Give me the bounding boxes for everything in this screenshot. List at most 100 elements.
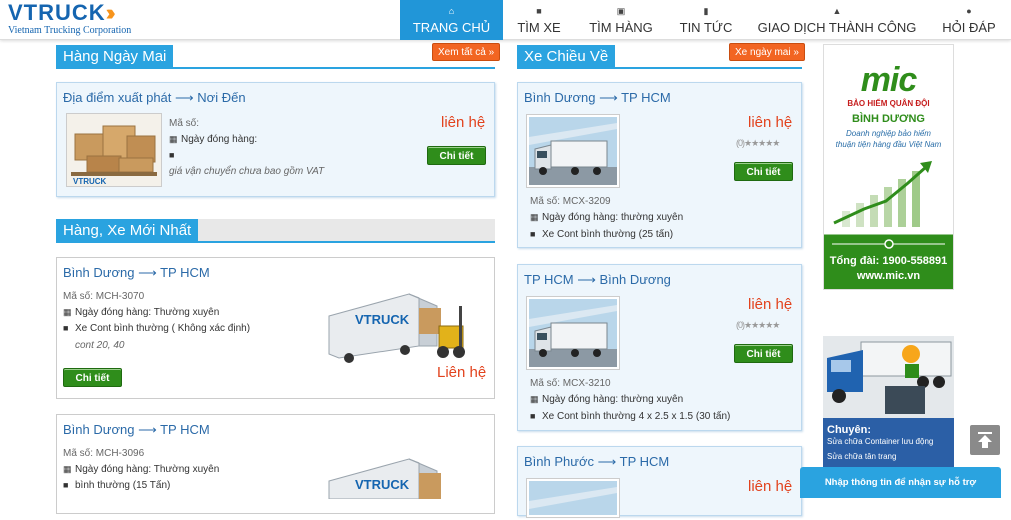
mic-line1: BẢO HIỂM QUÂN ĐỘI — [847, 99, 930, 108]
tomorrow-card: Địa điểm xuất phát ⟶ Nơi Đến VTRUCK Mã s… — [56, 82, 495, 197]
route[interactable]: Địa điểm xuất phát ⟶ Nơi Đến — [63, 90, 246, 106]
repair-title: Chuyên: — [827, 424, 871, 436]
book-icon: ▮ — [703, 6, 709, 16]
price: liên hệ — [441, 114, 486, 131]
truck-image — [529, 117, 617, 185]
note: cont 20, 40 — [75, 340, 125, 351]
calendar-icon: ▦ — [63, 464, 72, 474]
logo-word: VTRUCK — [8, 0, 106, 25]
calendar-icon: ▦ — [63, 307, 72, 317]
mic-logo: mic — [860, 61, 918, 99]
nav-giao-dich-thanh-cong[interactable]: ▲ GIAO DỊCH THÀNH CÔNG — [752, 0, 922, 40]
code: Mã số: MCX-3209 — [530, 196, 611, 207]
truck-thumbnail[interactable] — [526, 296, 620, 370]
truck-image — [529, 481, 617, 515]
nav-hoi-dap[interactable]: ● HỎI ĐÁP — [934, 0, 1004, 40]
mic-site: www.mic.vn — [856, 270, 921, 282]
mic-line2: BÌNH DƯƠNG — [852, 113, 925, 125]
rating-stars[interactable]: (0)★★★★★ — [736, 138, 780, 149]
arrow-right-icon: ⟶ — [597, 454, 620, 469]
comments-icon: ● — [966, 6, 972, 16]
section-header-tomorrow: Hàng Ngày Mai Xem tất cả » — [56, 43, 501, 69]
view-all-button[interactable]: Xem tất cả » — [432, 43, 501, 61]
slider-graphic — [832, 239, 945, 249]
truck-thumbnail[interactable] — [526, 478, 620, 518]
price: liên hệ — [748, 296, 793, 313]
nav-trang-chu[interactable]: ⌂ TRANG CHỦ — [400, 0, 503, 40]
vtruck-logo[interactable]: VTRUCK››› Vietnam Trucking Corporation — [8, 2, 158, 38]
section-title: Hàng Ngày Mai — [56, 45, 174, 69]
price: liên hệ — [748, 478, 793, 495]
truck-icon: ■ — [536, 6, 542, 16]
boxes-thumbnail[interactable]: VTRUCK — [66, 113, 162, 187]
arrow-right-icon: ⟶ — [138, 265, 161, 280]
top-bar: VTRUCK››› Vietnam Trucking Corporation ⌂… — [0, 0, 1011, 40]
support-chat-bar[interactable]: Nhập thông tin để nhận sự hỗ trợ — [800, 467, 1001, 498]
truck-icon: ■ — [169, 150, 175, 160]
truck-thumbnail[interactable] — [526, 114, 620, 188]
route[interactable]: Bình Phước ⟶ TP HCM — [524, 454, 669, 470]
detail-button[interactable]: Chi tiết — [63, 368, 122, 387]
calendar-icon: ▦ — [169, 134, 178, 144]
truck-image — [529, 299, 617, 367]
truck-icon: ■ — [530, 229, 536, 239]
vehicle-type: ■ bình thường (15 Tấn) — [63, 480, 171, 491]
pack-date: ▦ Ngày đóng hàng: — [169, 134, 258, 145]
repair-line2: Sửa chữa tân trang — [827, 452, 897, 461]
route[interactable]: TP HCM ⟶ Bình Dương — [524, 272, 671, 288]
truck-icon: ■ — [530, 411, 536, 421]
truck-forklift-image: VTRUCK — [328, 458, 441, 499]
mic-footer: Tổng đài: 1900-558891 www.mic.vn — [824, 235, 953, 289]
cubes-icon: ▣ — [616, 6, 626, 16]
arrow-right-icon: ⟶ — [175, 90, 198, 105]
vehicle-type: ■ Xe Cont bình thường ( Không xác định) — [63, 323, 251, 334]
nav-tim-hang[interactable]: ▣ TÌM HÀNG — [582, 0, 660, 40]
code: Mã số: MCH-3070 — [63, 291, 145, 302]
rating-stars[interactable]: (0)★★★★★ — [736, 320, 780, 331]
section-title: Xe Chiều Về — [517, 45, 616, 69]
repair-truck-graphic — [823, 336, 954, 418]
home-icon: ⌂ — [448, 6, 455, 16]
detail-button[interactable]: Chi tiết — [734, 344, 793, 363]
latest-card: Bình Dương ⟶ TP HCM Mã số: MCH-3096 ▦ Ngà… — [56, 414, 495, 514]
price: liên hệ — [748, 114, 793, 131]
arrow-right-icon: ⟶ — [599, 90, 622, 105]
mic-insurance-ad[interactable]: mic BẢO HIỂM QUÂN ĐỘI BÌNH DƯƠNG Doanh n… — [823, 44, 954, 290]
vehicle-type: ■ Xe Cont bình thường (25 tấn) — [530, 229, 674, 240]
section-title: Hàng, Xe Mới Nhất — [56, 219, 199, 243]
svg-text:VTRUCK: VTRUCK — [355, 477, 410, 492]
return-card: Bình Phước ⟶ TP HCM liên hệ — [517, 446, 802, 518]
svg-text:VTRUCK: VTRUCK — [73, 177, 107, 186]
route[interactable]: Bình Dương ⟶ TP HCM — [524, 90, 671, 106]
pack-date: ▦ Ngày đóng hàng: Thường xuyên — [63, 464, 220, 475]
code-label: Mã số: — [169, 118, 200, 129]
pack-date: ▦ Ngày đóng hàng: thường xuyên — [530, 212, 684, 223]
return-card: Bình Dương ⟶ TP HCM liên hệ (0)★★★★★ Chi… — [517, 82, 802, 248]
arrow-right-icon: ⟶ — [138, 422, 161, 437]
nav-tim-xe[interactable]: ■ TÌM XE — [508, 0, 570, 40]
thumbs-up-icon: ▲ — [832, 6, 842, 16]
arrow-up-icon — [978, 432, 992, 448]
logo-subtitle: Vietnam Trucking Corporation — [8, 25, 132, 36]
route[interactable]: Bình Dương ⟶ TP HCM — [63, 422, 210, 438]
detail-button[interactable]: Chi tiết — [734, 162, 793, 181]
mic-line3: Doanh nghiệp bảo hiểm — [846, 129, 931, 138]
return-card: TP HCM ⟶ Bình Dương liên hệ (0)★★★★★ Chi… — [517, 264, 802, 431]
tomorrow-trucks-button[interactable]: Xe ngày mai » — [729, 43, 805, 61]
logo-chevron-icon: ››› — [105, 0, 116, 25]
truck-icon: ■ — [63, 480, 69, 490]
detail-button[interactable]: Chi tiết — [427, 146, 486, 165]
svg-text:VTRUCK: VTRUCK — [355, 312, 410, 327]
vat-note: giá vận chuyển chưa bao gồm VAT — [169, 166, 325, 177]
arrow-right-icon: ⟶ — [577, 272, 600, 287]
mic-hotline: Tổng đài: 1900-558891 — [829, 255, 948, 267]
pack-date: ▦ Ngày đóng hàng: Thường xuyên — [63, 307, 220, 318]
boxes-image: VTRUCK — [67, 114, 161, 186]
calendar-icon: ▦ — [530, 212, 539, 222]
nav-tin-tuc[interactable]: ▮ TIN TỨC — [672, 0, 740, 40]
route[interactable]: Bình Dương ⟶ TP HCM — [63, 265, 210, 281]
vehicle-type: ■ — [169, 150, 181, 161]
scroll-to-top-button[interactable] — [970, 425, 1000, 455]
pack-date: ▦ Ngày đóng hàng: thường xuyên — [530, 394, 684, 405]
latest-card: Bình Dương ⟶ TP HCM Mã số: MCH-3070 ▦ Ngà… — [56, 257, 495, 399]
